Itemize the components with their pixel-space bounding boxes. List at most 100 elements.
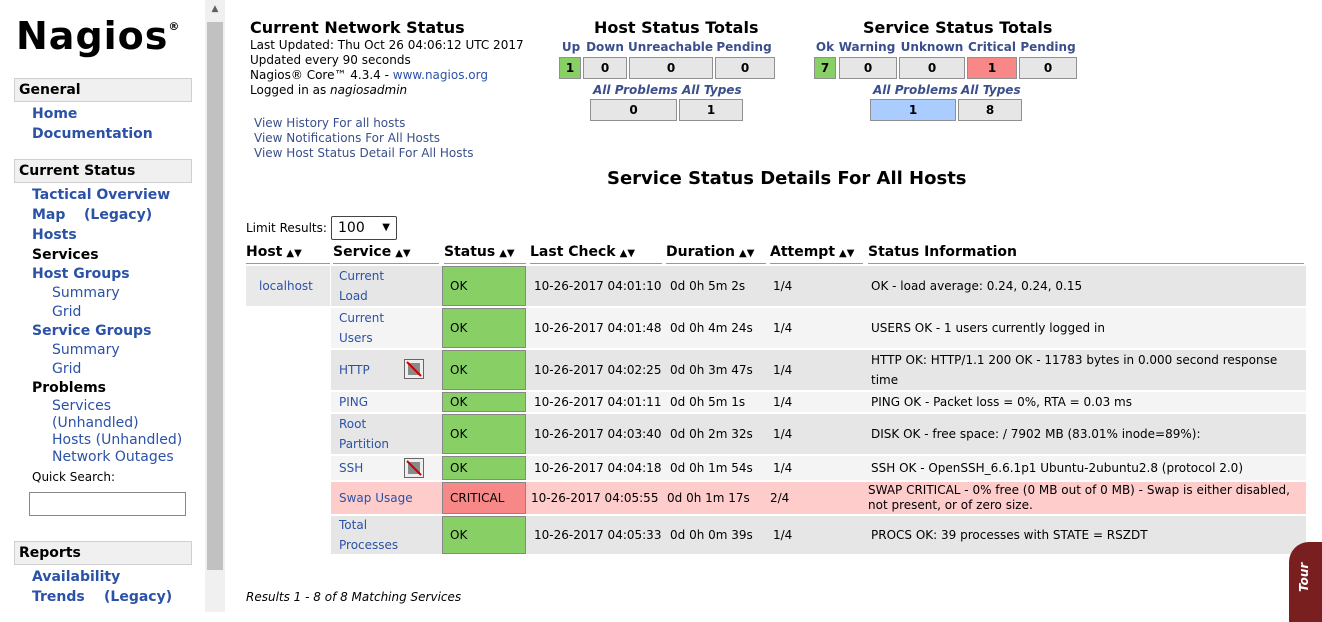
svc-label-unknown[interactable]: Unknown [899, 40, 965, 54]
duration: 0d 0h 2m 32s [670, 427, 753, 441]
col-status-info: Status Information [868, 244, 1304, 264]
link-view-host-detail[interactable]: View Host Status Detail For All Hosts [254, 146, 473, 160]
sort-arrows-icon[interactable]: ▲▼ [499, 248, 514, 259]
quick-search-label: Quick Search: [32, 470, 116, 484]
attempt: 1/4 [773, 363, 793, 377]
nav-service-groups[interactable]: Service Groups [32, 323, 151, 339]
sidebar-scrollbar[interactable]: ▲ [205, 0, 225, 612]
svc-value-unknown[interactable]: 0 [899, 57, 965, 79]
limit-results-select[interactable]: 100 ▼ [331, 216, 397, 240]
sort-arrows-icon[interactable]: ▲▼ [395, 248, 410, 259]
nav-documentation[interactable]: Documentation [32, 126, 153, 142]
nav-map-legacy[interactable]: (Legacy) [84, 207, 152, 223]
attempt: 2/4 [770, 491, 790, 505]
svc-value-ok[interactable]: 7 [814, 57, 836, 79]
host-label-up[interactable]: Up [560, 40, 582, 54]
nav-services[interactable]: Services [32, 247, 99, 263]
svc-label-critical[interactable]: Critical [967, 40, 1017, 54]
svc-types-value[interactable]: 8 [958, 99, 1022, 121]
svc-value-warning[interactable]: 0 [839, 57, 897, 79]
nagios-logo[interactable]: Nagios® [16, 14, 180, 58]
nav-tactical-overview[interactable]: Tactical Overview [32, 187, 170, 203]
scroll-thumb[interactable] [207, 22, 223, 570]
svc-label-ok[interactable]: Ok [814, 40, 836, 54]
status-info: PING OK - Packet loss = 0%, RTA = 0.03 m… [871, 395, 1132, 409]
tour-button[interactable]: Tour [1289, 542, 1322, 622]
scroll-up-icon[interactable]: ▲ [205, 0, 225, 18]
host-label-unreachable[interactable]: Unreachable [628, 40, 713, 54]
service-link[interactable]: PING [339, 392, 368, 412]
nav-problems-unhandled[interactable]: (Unhandled) [52, 415, 139, 431]
sort-arrows-icon[interactable]: ▲▼ [739, 248, 754, 259]
host-value-pending[interactable]: 0 [715, 57, 775, 79]
status-badge: OK [442, 414, 526, 454]
host-value-up[interactable]: 1 [559, 57, 581, 79]
col-last-check[interactable]: Last Check ▲▼ [530, 244, 662, 264]
nav-problems-hosts-unhandled[interactable]: Hosts (Unhandled) [52, 432, 182, 448]
svc-label-warning[interactable]: Warning [838, 40, 896, 54]
status-badge: OK [442, 350, 526, 390]
update-interval: Updated every 90 seconds [250, 53, 411, 67]
service-link[interactable]: Root Partition [339, 414, 434, 454]
svc-all-types[interactable]: All Types [961, 83, 1021, 97]
svc-all-problems[interactable]: All Problems [873, 83, 958, 97]
table-row: Swap Usage CRITICAL 10-26-2017 04:05:55 … [331, 482, 1306, 514]
service-link[interactable]: Total Processes [339, 516, 434, 554]
nav-problems-services[interactable]: Services [52, 398, 111, 414]
host-cell: localhost [246, 266, 330, 306]
host-label-pending[interactable]: Pending [714, 40, 774, 54]
last-check: 10-26-2017 04:01:11 [534, 395, 662, 409]
host-value-down[interactable]: 0 [583, 57, 627, 79]
service-link[interactable]: Current Load [339, 266, 434, 306]
nav-network-outages[interactable]: Network Outages [52, 449, 174, 465]
nav-availability[interactable]: Availability [32, 569, 120, 585]
host-all-types[interactable]: All Types [682, 83, 742, 97]
service-name-line1: Root [339, 417, 367, 431]
col-service[interactable]: Service ▲▼ [333, 244, 439, 264]
host-link-localhost[interactable]: localhost [259, 266, 313, 306]
notifications-disabled-icon[interactable] [404, 359, 424, 379]
nav-home[interactable]: Home [32, 106, 77, 122]
link-view-history[interactable]: View History For all hosts [254, 116, 405, 130]
nav-map[interactable]: Map [32, 207, 65, 223]
host-value-unreachable[interactable]: 0 [629, 57, 713, 79]
service-name-line2: Processes [339, 538, 399, 552]
nav-trends[interactable]: Trends [32, 589, 85, 605]
nav-hosts[interactable]: Hosts [32, 227, 77, 243]
link-view-notifications[interactable]: View Notifications For All Hosts [254, 131, 440, 145]
notifications-disabled-icon[interactable] [404, 458, 424, 478]
sort-arrows-icon[interactable]: ▲▼ [286, 248, 301, 259]
service-link[interactable]: Swap Usage [339, 482, 413, 514]
col-duration[interactable]: Duration ▲▼ [666, 244, 766, 264]
col-status[interactable]: Status ▲▼ [444, 244, 526, 264]
svc-problems-value[interactable]: 1 [870, 99, 956, 121]
status-badge: OK [442, 308, 526, 348]
svc-label-pending[interactable]: Pending [1018, 40, 1078, 54]
duration: 0d 0h 3m 47s [670, 363, 753, 377]
nav-service-groups-grid[interactable]: Grid [52, 361, 81, 377]
service-link[interactable]: SSH [339, 456, 363, 480]
service-link[interactable]: Current Users [339, 308, 434, 348]
host-problems-value[interactable]: 0 [590, 99, 677, 121]
nav-host-groups-summary[interactable]: Summary [52, 285, 120, 301]
svc-value-pending[interactable]: 0 [1019, 57, 1077, 79]
nav-host-groups[interactable]: Host Groups [32, 266, 130, 282]
host-types-value[interactable]: 1 [679, 99, 743, 121]
sort-arrows-icon[interactable]: ▲▼ [839, 248, 854, 259]
attempt: 1/4 [773, 427, 793, 441]
status-badge: OK [442, 456, 526, 480]
nav-trends-legacy[interactable]: (Legacy) [104, 589, 172, 605]
sort-arrows-icon[interactable]: ▲▼ [620, 248, 635, 259]
nagios-website-link[interactable]: www.nagios.org [393, 68, 488, 82]
nav-host-groups-grid[interactable]: Grid [52, 304, 81, 320]
svc-value-critical[interactable]: 1 [967, 57, 1017, 79]
main-content: Current Network Status Last Updated: Thu… [225, 0, 1322, 612]
col-attempt[interactable]: Attempt ▲▼ [770, 244, 863, 264]
host-label-down[interactable]: Down [584, 40, 626, 54]
network-status-title: Current Network Status [250, 18, 465, 37]
host-all-problems[interactable]: All Problems [593, 83, 678, 97]
col-host[interactable]: Host ▲▼ [246, 244, 330, 264]
quick-search-input[interactable] [29, 492, 186, 516]
nav-service-groups-summary[interactable]: Summary [52, 342, 120, 358]
service-link[interactable]: HTTP [339, 350, 370, 390]
